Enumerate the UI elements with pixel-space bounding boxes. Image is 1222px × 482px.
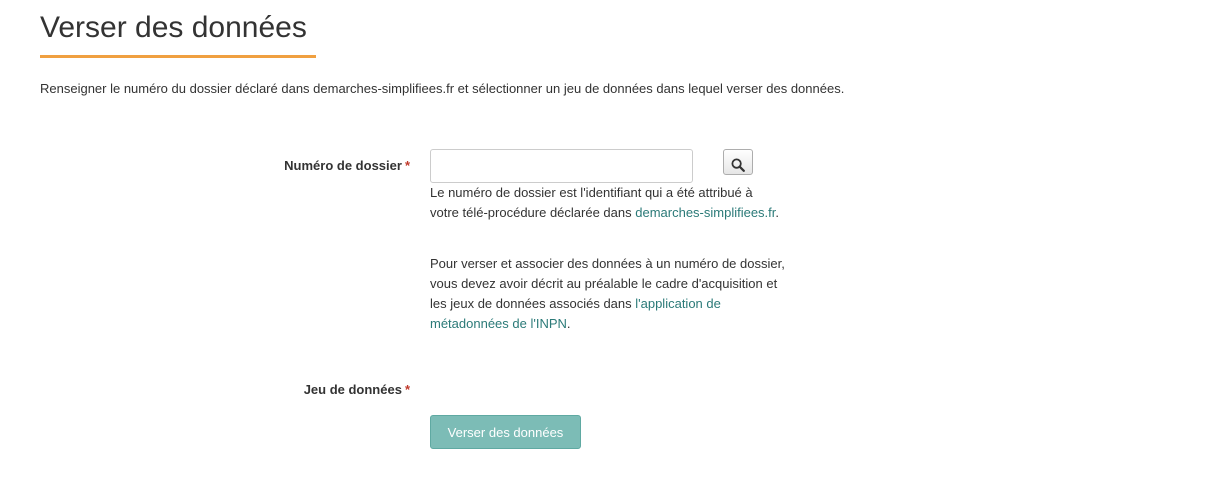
jeu-label: Jeu de données * (304, 382, 410, 398)
title-underline (40, 55, 316, 58)
jeu-label-text: Jeu de données (303, 382, 402, 397)
search-icon (731, 158, 745, 172)
search-button[interactable] (723, 149, 753, 175)
dossier-number-input[interactable] (430, 149, 693, 183)
required-mark: * (404, 158, 410, 173)
dossier-label-text: Numéro de dossier (284, 158, 402, 173)
required-mark: * (404, 382, 410, 397)
dossier-help-text: Le numéro de dossier est l'identifiant q… (430, 183, 785, 223)
demarches-simplifiees-link[interactable]: demarches-simplifiees.fr (635, 205, 775, 220)
page-title: Verser des données (40, 11, 307, 44)
help-1-end: . (775, 205, 780, 220)
help-2-text: Pour verser et associer des données à un… (430, 256, 785, 311)
page: Verser des données Renseigner le numéro … (0, 0, 1222, 482)
metadata-help-text: Pour verser et associer des données à un… (430, 254, 785, 334)
dossier-label: Numéro de dossier * (284, 158, 410, 174)
help-2-end: . (566, 316, 571, 331)
submit-button[interactable]: Verser des données (430, 415, 581, 449)
intro-text: Renseigner le numéro du dossier déclaré … (40, 81, 845, 96)
